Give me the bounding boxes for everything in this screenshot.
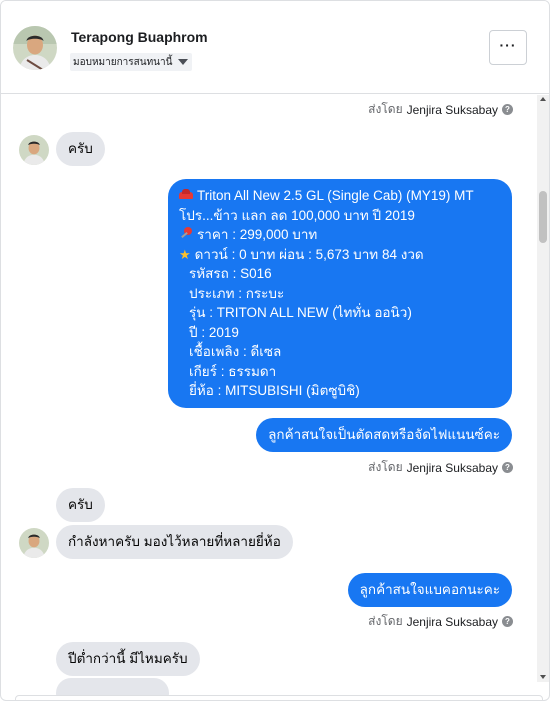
ad-gear-line: เกียร์ : ธรรมดา [189,363,277,379]
profile-photo-icon [19,135,49,165]
avatar[interactable] [13,26,57,70]
scrollbar-thumb[interactable] [539,191,547,243]
help-icon[interactable]: ? [502,616,513,627]
avatar[interactable] [19,528,49,558]
ad-promo-line: โปร...ข้าว แลก ลด 100,000 บาท ปี 2019 [179,207,415,223]
message-thread[interactable]: ส่งโดย Jenjira Suksabay ? ครับ Triton Al… [1,95,539,697]
ad-type-line: ประเภท : กระบะ [189,285,285,301]
scroll-up-arrow-icon[interactable] [540,97,546,101]
sent-by-label: ส่งโดย Jenjira Suksabay ? [368,100,513,119]
car-icon [179,189,193,201]
message-bubble-outgoing[interactable]: ลูกค้าสนใจแบคอกนะคะ [347,573,512,607]
ad-price-text: ราคา : 299,000 บาท [197,227,318,242]
sent-by-label: ส่งโดย Jenjira Suksabay ? [368,612,513,631]
assign-conversation-dropdown[interactable]: มอบหมายการสนทนานี้ [70,53,193,71]
conversation-header: Terapong Buaphrom มอบหมายการสนทนานี้ ··· [1,1,549,94]
ad-year-line: ปี : 2019 [189,324,239,340]
conversation-panel: Terapong Buaphrom มอบหมายการสนทนานี้ ···… [0,0,550,701]
ad-down-line: ★ ดาวน์ : 0 บาท ผ่อน : 5,673 บาท 84 งวด [179,245,501,265]
ad-code-line: รหัสรถ : S016 [189,266,272,281]
ad-fuel-line: เชื้อเพลิง : ดีเซล [189,344,282,359]
ad-price-line: ราคา : 299,000 บาท [179,225,501,245]
profile-photo-icon [19,528,49,558]
pushpin-icon [179,227,193,241]
ad-title-text: Triton All New 2.5 GL (Single Cab) (MY19… [197,188,474,203]
star-icon: ★ [179,246,191,262]
ad-title-line: Triton All New 2.5 GL (Single Cab) (MY19… [179,186,501,206]
help-icon[interactable]: ? [502,104,513,115]
message-composer[interactable] [15,695,543,700]
scrollbar[interactable] [537,95,549,682]
message-bubble-outgoing[interactable]: ลูกค้าสนใจเป็นตัดสดหรือจัดไฟแนนซ์คะ [256,418,512,452]
message-bubble-incoming[interactable]: ครับ [56,488,105,522]
scroll-down-arrow-icon[interactable] [540,675,546,679]
sent-by-prefix: ส่งโดย [368,460,403,474]
contact-name: Terapong Buaphrom [71,29,208,45]
sent-by-agent: Jenjira Suksabay [406,102,498,117]
more-options-button[interactable]: ··· [489,30,527,65]
sent-by-agent: Jenjira Suksabay [406,460,498,475]
message-bubble-incoming[interactable]: กำลังหาครับ มองไว้หลายที่หลายยี่ห้อ [56,525,293,559]
sent-by-prefix: ส่งโดย [368,614,403,628]
ad-model-line: รุ่น : TRITON ALL NEW (ไททั่น ออนิว) [189,305,412,320]
profile-photo-icon [13,26,57,70]
message-bubble-incoming[interactable]: ครับ [56,132,105,166]
more-options-label: ··· [499,36,517,53]
caret-down-icon [178,59,189,65]
sent-by-prefix: ส่งโดย [368,102,403,116]
ad-brand-line: ยี่ห้อ : MITSUBISHI (มิตซูบิชิ) [189,383,360,398]
sent-by-label: ส่งโดย Jenjira Suksabay ? [368,458,513,477]
sent-by-agent: Jenjira Suksabay [406,614,498,629]
message-bubble-incoming[interactable]: ปีต่ำกว่านี้ มีไหมครับ [56,642,200,676]
help-icon[interactable]: ? [502,462,513,473]
avatar[interactable] [19,135,49,165]
message-bubble-car-ad[interactable]: Triton All New 2.5 GL (Single Cab) (MY19… [168,179,512,408]
ad-down-text: ดาวน์ : 0 บาท ผ่อน : 5,673 บาท 84 งวด [194,246,424,262]
assign-conversation-label: มอบหมายการสนทนานี้ [73,56,173,68]
